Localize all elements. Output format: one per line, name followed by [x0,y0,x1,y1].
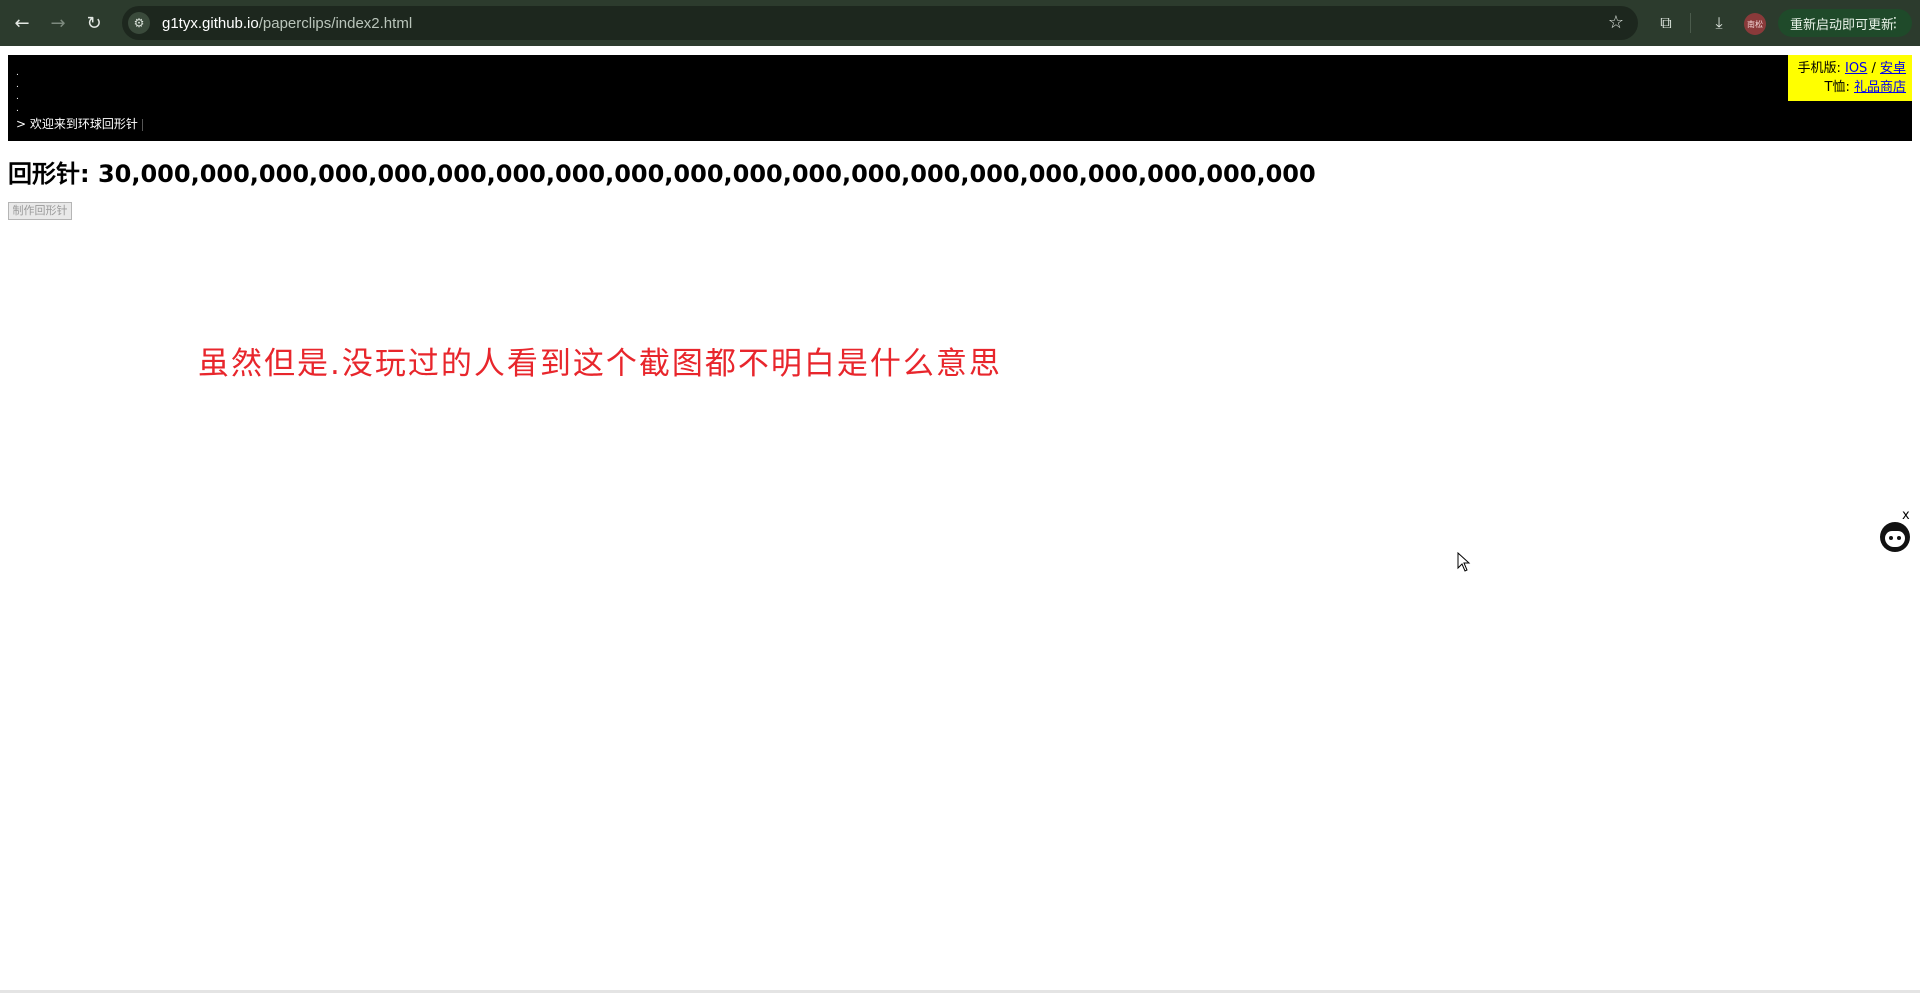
url-text[interactable]: g1tyx.github.io/paperclips/index2.html [162,15,412,32]
paperclip-count: 回形针: 30,000,000,000,000,000,000,000,000,… [8,154,1316,189]
profile-avatar[interactable]: 南松 [1744,13,1766,35]
shop-link[interactable]: 礼品商店 [1854,80,1906,95]
console-dot: . [16,104,19,114]
paperclip-label: 回形针: [8,160,90,188]
url-host: g1tyx.github.io [162,14,259,32]
back-button[interactable]: ← [4,5,40,41]
make-paperclip-button[interactable]: 制作回形针 [8,202,72,220]
mobile-label: 手机版: [1797,61,1841,76]
browser-toolbar: ← → ↻ ⚙ g1tyx.github.io/paperclips/index… [0,0,1920,46]
face-avatar-icon[interactable] [1880,522,1910,552]
forward-button[interactable]: → [40,5,76,41]
console-panel: . . . . > 欢迎来到环球回形针 [8,55,1912,141]
face-avatar-inner [1885,531,1905,547]
update-button-label: 重新启动即可更新 [1790,17,1895,33]
ios-link[interactable]: IOS [1845,61,1867,76]
arrow-right-icon: → [50,12,66,34]
update-button[interactable]: 重新启动即可更新 ⋮ [1778,9,1912,37]
reload-icon: ↻ [86,12,102,34]
promo-box: 手机版: IOS / 安卓 T恤: 礼品商店 [1788,55,1912,101]
android-link[interactable]: 安卓 [1880,61,1906,76]
address-bar[interactable]: ⚙ g1tyx.github.io/paperclips/index2.html… [122,6,1638,40]
shirt-label: T恤: [1824,80,1850,95]
site-info-icon[interactable]: ⚙ [128,12,150,34]
console-message: > 欢迎来到环球回形针 [16,115,143,132]
star-icon[interactable]: ☆ [1608,12,1624,33]
console-cursor [141,118,143,131]
download-icon[interactable]: ⤓ [1705,9,1733,37]
console-message-text: > 欢迎来到环球回形针 [16,117,138,131]
console-dot: . [16,92,19,102]
toolbar-divider [1690,13,1691,33]
console-dot: . [16,68,19,78]
paperclip-value: 30,000,000,000,000,000,000,000,000,000,0… [97,160,1316,188]
promo-mobile-row: 手机版: IOS / 安卓 [1788,59,1906,78]
puzzle-icon[interactable]: ⧉ [1652,9,1680,37]
arrow-left-icon: ← [14,12,30,34]
link-separator: / [1871,61,1876,76]
url-path: /paperclips/index2.html [258,14,413,32]
console-dot: . [16,80,19,90]
promo-shirt-row: T恤: 礼品商店 [1788,78,1906,97]
menu-dots-icon: ⋮ [1888,15,1902,31]
annotation-text: 虽然但是.没玩过的人看到这个截图都不明白是什么意思 [198,346,1002,382]
reload-button[interactable]: ↻ [76,5,112,41]
widget-close-button[interactable]: x [1902,508,1910,523]
